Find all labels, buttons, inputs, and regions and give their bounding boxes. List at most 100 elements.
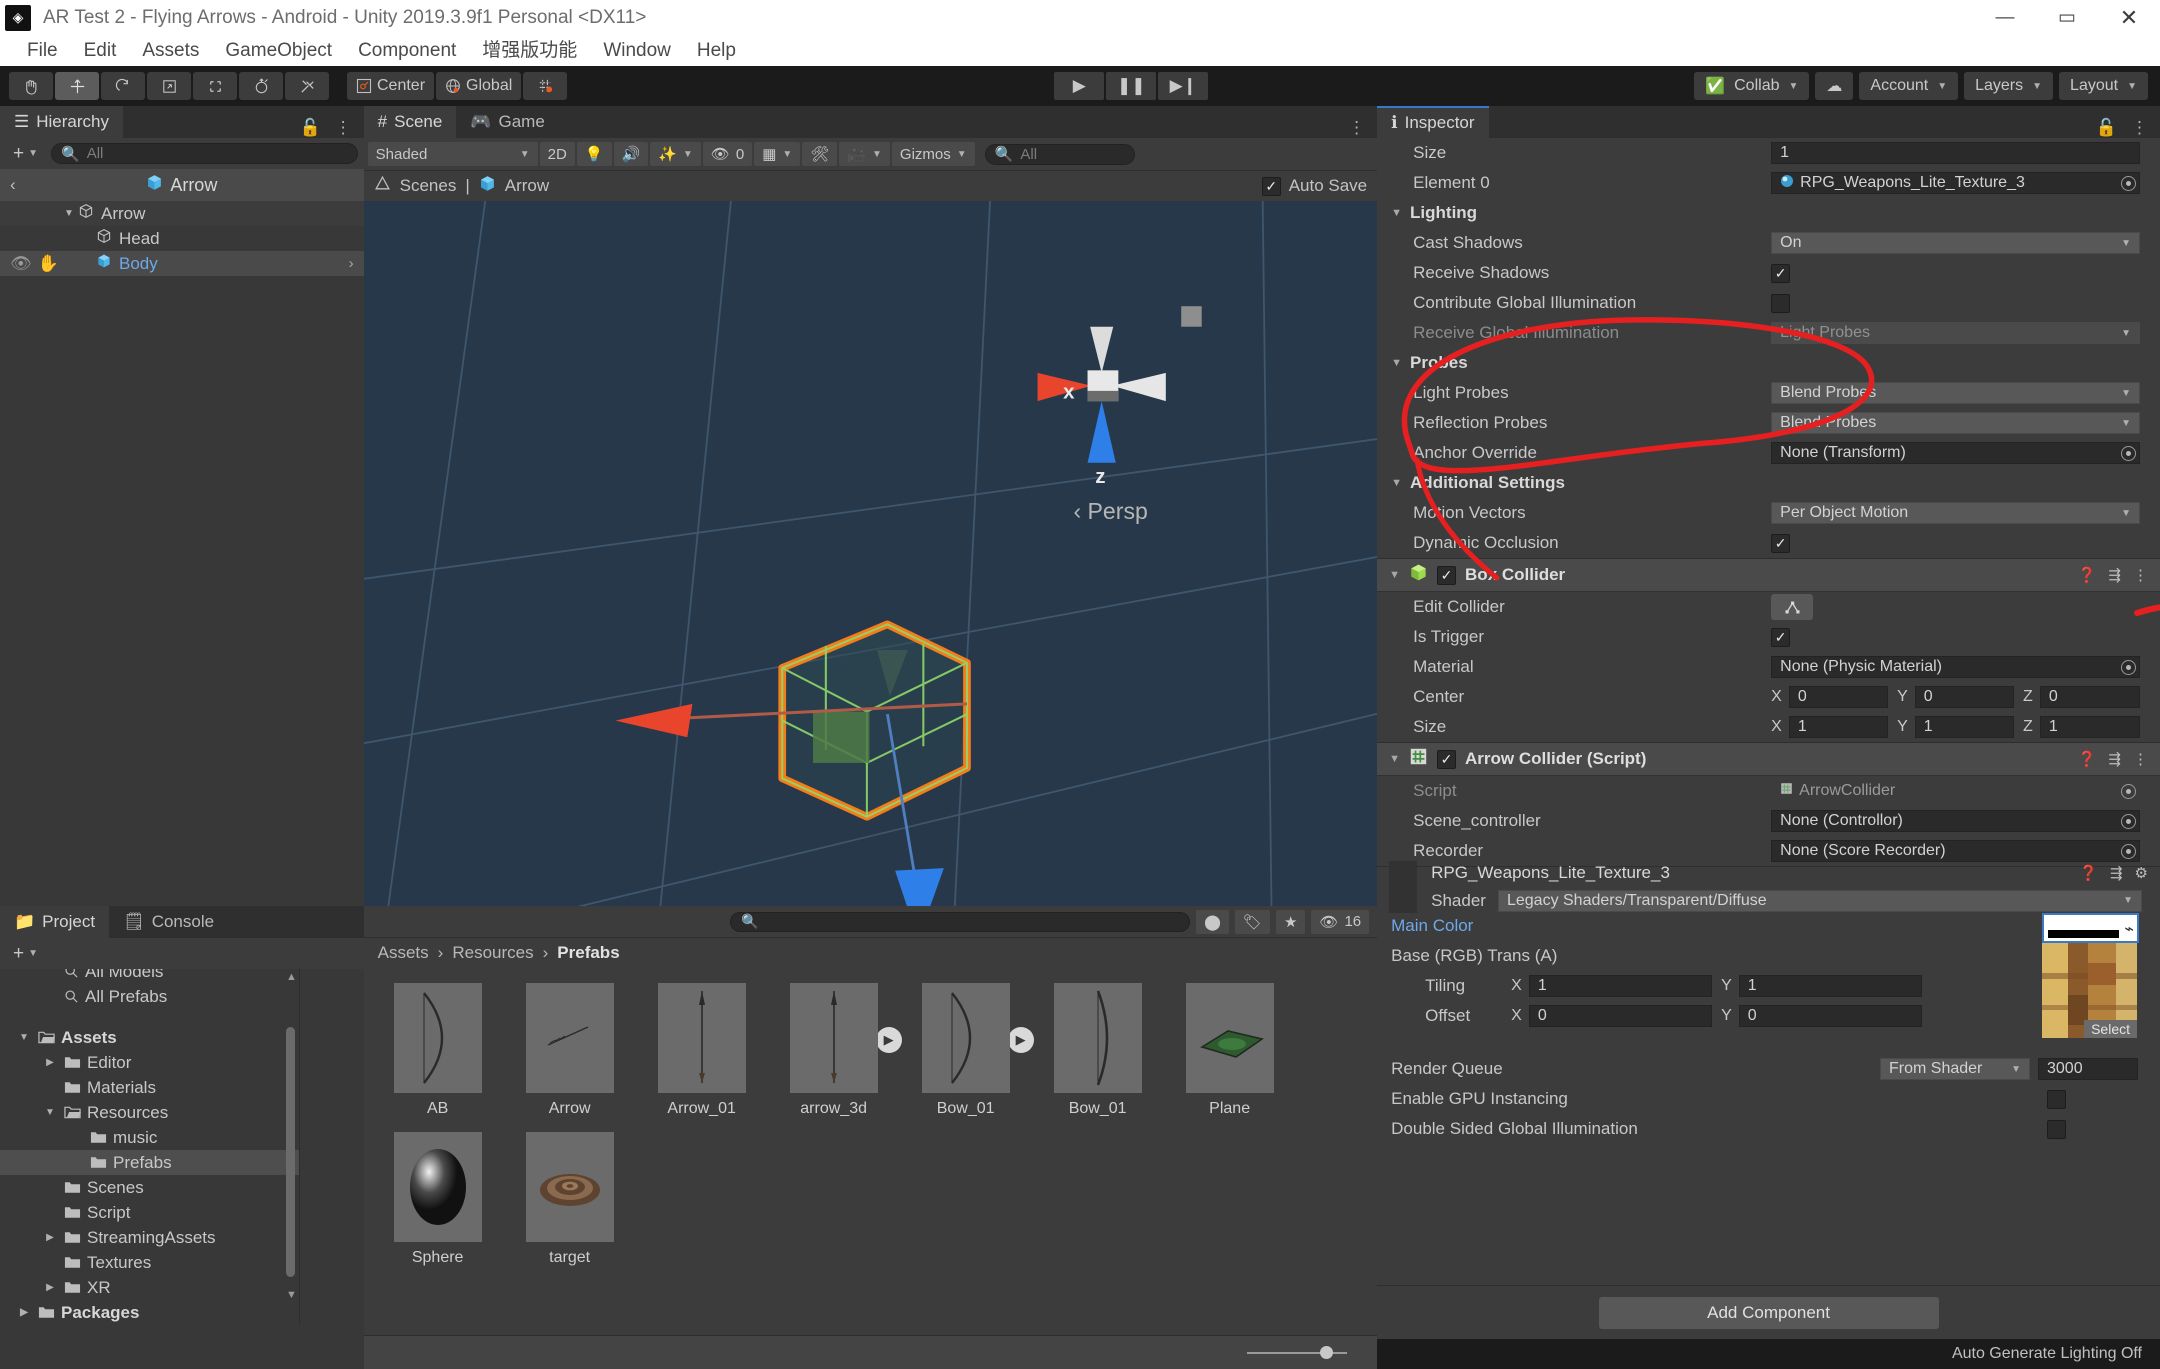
scene-camera-dropdown[interactable]: 🎥 ▼	[839, 142, 890, 166]
scrollbar-thumb[interactable]	[286, 1027, 295, 1277]
breadcrumb-resources[interactable]: Resources	[452, 943, 533, 963]
scene-viewport[interactable]: x z ‹ Persp	[363, 201, 1378, 906]
autosave-checkbox[interactable]: ✓	[1261, 176, 1281, 196]
asset-thumbnail[interactable]	[393, 1132, 482, 1242]
foldout-closed-icon[interactable]: ▶	[16, 1307, 32, 1318]
hierarchy-item-arrow[interactable]: ▼ Arrow	[0, 201, 364, 226]
asset-thumbnail[interactable]	[921, 983, 1010, 1093]
project-tree-item-assets[interactable]: ▼ Assets	[0, 1025, 299, 1050]
menu-enhanced[interactable]: 增强版功能	[469, 35, 590, 66]
account-button[interactable]: Account ▼	[1859, 72, 1959, 100]
project-tree-item-all-prefabs[interactable]: All Prefabs	[0, 984, 299, 1009]
asset-item[interactable]: Plane	[1176, 983, 1284, 1118]
pivot-mode-button[interactable]: Center	[347, 72, 435, 100]
lock-icon[interactable]: 🔓	[2096, 118, 2117, 138]
inspector-group-additional[interactable]: ▼ Additional Settings	[1377, 468, 2160, 498]
prefab-name-label[interactable]: Arrow	[505, 176, 549, 196]
offset-x-field[interactable]: 0	[1528, 1005, 1713, 1027]
foldout-closed-icon[interactable]: ▶	[42, 1282, 58, 1293]
dynamic-occlusion-checkbox[interactable]: ✓	[1771, 533, 1791, 553]
object-picker-icon[interactable]	[2121, 445, 2136, 461]
project-tree-item-resources[interactable]: ▼ Resources	[0, 1100, 299, 1125]
prefab-back-button[interactable]: ‹	[10, 175, 16, 195]
asset-item[interactable]: Bow_01	[1044, 983, 1152, 1118]
hierarchy-search-input[interactable]: 🔍 All	[51, 143, 358, 164]
breadcrumb-prefabs[interactable]: Prefabs	[557, 943, 619, 963]
asset-item[interactable]: target	[516, 1132, 624, 1267]
offset-y-field[interactable]: 0	[1738, 1005, 1923, 1027]
preset-icon[interactable]: ⇶	[2108, 750, 2121, 768]
maximize-button[interactable]: ▭	[2036, 0, 2098, 35]
foldout-arrow-icon[interactable]: ▼	[1391, 207, 1402, 219]
gizmos-dropdown[interactable]: Gizmos ▼	[891, 142, 975, 166]
main-color-swatch[interactable]: ⌁	[2042, 913, 2139, 943]
kebab-menu-icon[interactable]: ⋮	[2133, 750, 2148, 768]
component-header-box-collider[interactable]: ▼ ✓ Box Collider ❓ ⇶ ⋮	[1377, 558, 2160, 592]
light-probes-dropdown[interactable]: Blend Probes ▼	[1771, 382, 2140, 404]
physic-material-object-field[interactable]: None (Physic Material)	[1771, 656, 2140, 678]
scroll-down-icon[interactable]: ▼	[286, 1289, 297, 1301]
scene-hidden-objects[interactable]: 👁 0	[702, 142, 753, 166]
receive-shadows-checkbox[interactable]: ✓	[1771, 263, 1791, 283]
asset-item[interactable]: ▶ Bow_01	[912, 983, 1034, 1118]
space-mode-button[interactable]: Global	[436, 72, 522, 100]
hand-tool-button[interactable]	[9, 72, 53, 100]
inspector-group-lighting[interactable]: ▼ Lighting	[1377, 198, 2160, 228]
foldout-arrow-icon[interactable]: ▼	[1389, 753, 1400, 765]
is-trigger-checkbox[interactable]: ✓	[1771, 627, 1791, 647]
asset-item[interactable]: ▶ arrow_3d	[780, 983, 902, 1118]
foldout-closed-icon[interactable]: ▶	[42, 1232, 58, 1243]
scene-lighting-toggle[interactable]: 💡	[576, 142, 612, 166]
toggle-2d-button[interactable]: 2D	[539, 142, 575, 166]
help-icon[interactable]: ❓	[2078, 750, 2097, 768]
menu-edit[interactable]: Edit	[71, 35, 130, 66]
menu-gameobject[interactable]: GameObject	[212, 35, 345, 66]
pause-button[interactable]: ❚❚	[1106, 72, 1157, 100]
scene-fx-dropdown[interactable]: ✨ ▼	[650, 142, 701, 166]
move-tool-button[interactable]	[55, 72, 99, 100]
tab-game[interactable]: 🎮 Game	[456, 106, 558, 138]
tab-console[interactable]: 🗒 Console	[109, 906, 228, 938]
project-search-input[interactable]: 🔍	[730, 911, 1191, 932]
asset-thumbnail[interactable]	[393, 983, 482, 1093]
center-y-field[interactable]: 0	[1914, 686, 2015, 708]
menu-help[interactable]: Help	[684, 35, 749, 66]
object-picker-icon[interactable]	[2121, 843, 2136, 859]
preset-icon[interactable]: ⇶	[2108, 566, 2121, 584]
gpu-instancing-checkbox[interactable]	[2047, 1089, 2066, 1109]
foldout-open-icon[interactable]: ▼	[16, 1032, 32, 1043]
size-z-field[interactable]: 1	[2039, 716, 2140, 738]
size-x-field[interactable]: 1	[1788, 716, 1889, 738]
scene-tools-button[interactable]: 🛠	[802, 142, 838, 166]
lock-icon[interactable]: 🔓	[299, 118, 320, 138]
scene-search-input[interactable]: 🔍 All	[984, 143, 1135, 165]
help-icon[interactable]: ❓	[2079, 864, 2098, 882]
transform-tool-button[interactable]	[239, 72, 283, 100]
project-tree-item-materials[interactable]: Materials	[0, 1075, 299, 1100]
cast-shadows-dropdown[interactable]: On ▼	[1771, 232, 2140, 254]
object-picker-icon[interactable]	[2121, 175, 2136, 191]
foldout-arrow-icon[interactable]: ▼	[1391, 477, 1402, 489]
hierarchy-add-button[interactable]: + ▼	[6, 143, 45, 165]
project-tree-scrollbar[interactable]: ▲ ▼	[284, 969, 297, 1325]
project-tree-item-prefabs[interactable]: Prefabs	[0, 1150, 299, 1175]
menu-file[interactable]: File	[14, 35, 71, 66]
reflection-probes-dropdown[interactable]: Blend Probes ▼	[1771, 412, 2140, 434]
preset-icon[interactable]: ⇶	[2110, 864, 2123, 882]
motion-vectors-dropdown[interactable]: Per Object Motion ▼	[1771, 502, 2140, 524]
kebab-menu-icon[interactable]: ⋮	[335, 118, 352, 138]
tab-inspector[interactable]: ℹ Inspector	[1377, 106, 1489, 138]
favorites-button[interactable]: ★	[1275, 909, 1306, 934]
element0-object-field[interactable]: RPG_Weapons_Lite_Texture_3	[1771, 172, 2140, 194]
project-tree-item-streamingassets[interactable]: ▶ StreamingAssets	[0, 1225, 299, 1250]
layout-button[interactable]: Layout ▼	[2059, 72, 2148, 100]
object-picker-icon[interactable]	[2121, 659, 2136, 675]
scroll-up-icon[interactable]: ▲	[286, 971, 297, 983]
visibility-eye-icon[interactable]: 👁	[10, 254, 32, 274]
breadcrumb-assets[interactable]: Assets	[378, 943, 429, 963]
pickability-hand-icon[interactable]: ✋	[38, 254, 59, 274]
help-icon[interactable]: ❓	[2078, 566, 2097, 584]
slider-track[interactable]	[1247, 1345, 1348, 1359]
inspector-group-probes[interactable]: ▼ Probes	[1377, 348, 2160, 378]
rect-tool-button[interactable]	[193, 72, 237, 100]
